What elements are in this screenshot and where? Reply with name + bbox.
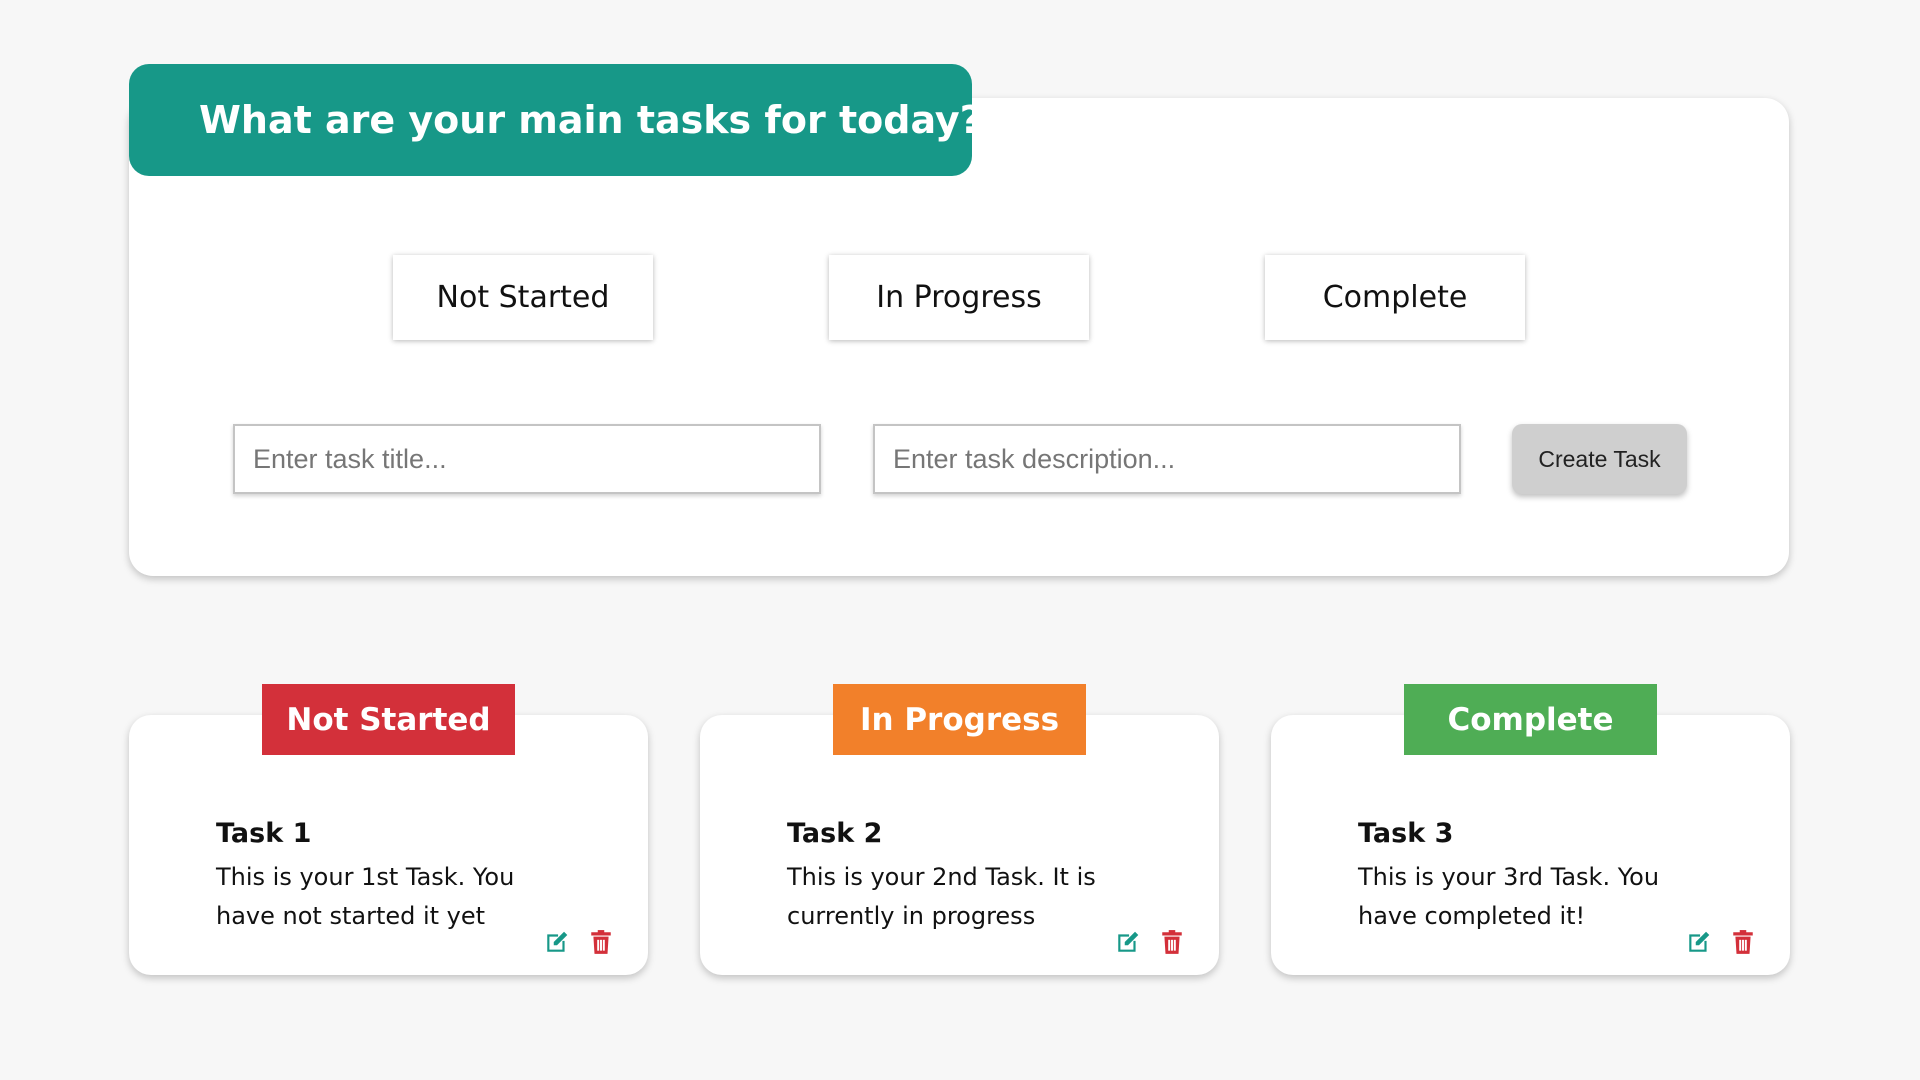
- status-badge-in-progress: In Progress: [833, 684, 1086, 755]
- page-title: What are your main tasks for today?: [199, 98, 982, 142]
- edit-icon[interactable]: [544, 929, 570, 955]
- task-description: This is your 3rd Task. You have complete…: [1358, 863, 1660, 930]
- filter-in-progress-button[interactable]: In Progress: [829, 255, 1089, 340]
- task-description: This is your 1st Task. You have not star…: [216, 863, 515, 930]
- edit-icon[interactable]: [1686, 929, 1712, 955]
- status-badge-complete: Complete: [1404, 684, 1657, 755]
- task-actions: [544, 929, 614, 955]
- task-title: Task 1: [216, 818, 312, 849]
- edit-icon[interactable]: [1115, 929, 1141, 955]
- filter-not-started-button[interactable]: Not Started: [393, 255, 653, 340]
- task-actions: [1115, 929, 1185, 955]
- status-badge-not-started: Not Started: [262, 684, 515, 755]
- trash-icon[interactable]: [1730, 929, 1756, 955]
- filter-complete-button[interactable]: Complete: [1265, 255, 1525, 340]
- task-description: This is your 2nd Task. It is currently i…: [787, 863, 1096, 930]
- task-title: Task 2: [787, 818, 883, 849]
- task-actions: [1686, 929, 1756, 955]
- task-description-input[interactable]: [873, 424, 1461, 494]
- app-root: Not Started In Progress Complete Create …: [0, 0, 1920, 1080]
- page-header: What are your main tasks for today?: [129, 64, 982, 176]
- trash-icon[interactable]: [588, 929, 614, 955]
- create-task-button[interactable]: Create Task: [1512, 424, 1687, 494]
- task-title-input[interactable]: [233, 424, 821, 494]
- trash-icon[interactable]: [1159, 929, 1185, 955]
- task-title: Task 3: [1358, 818, 1454, 849]
